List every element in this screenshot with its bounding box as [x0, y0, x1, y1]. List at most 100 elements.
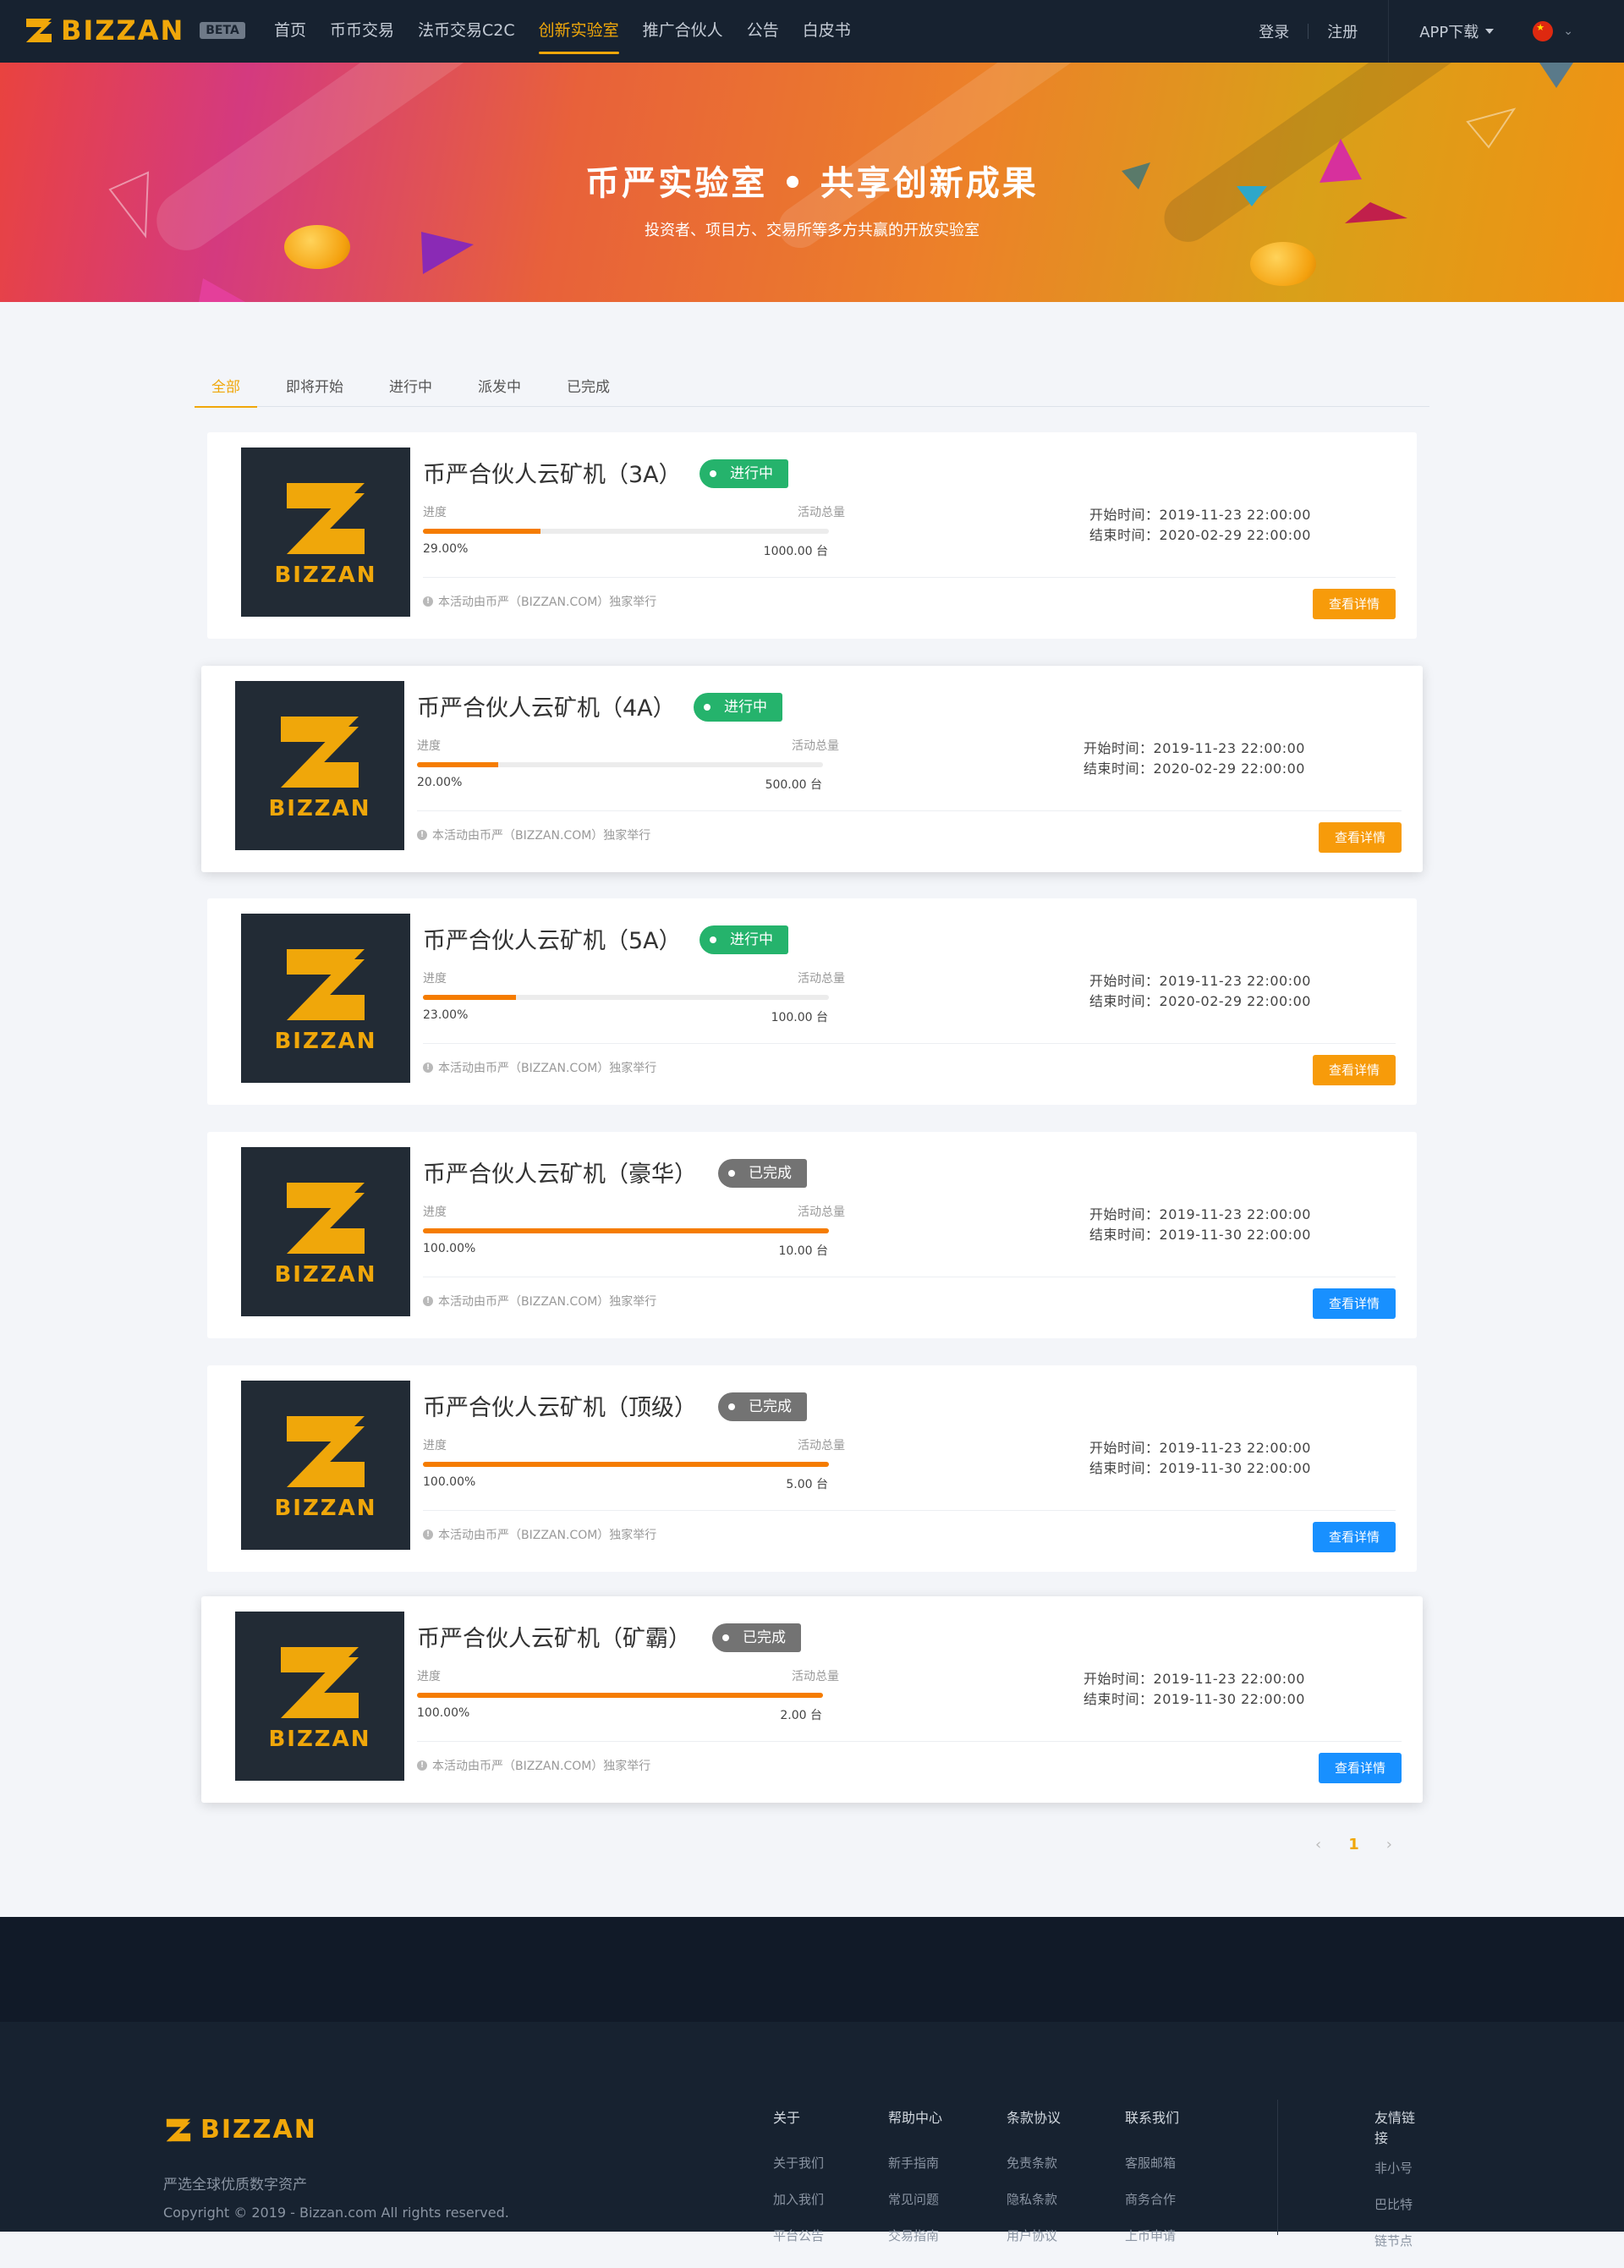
footer-link[interactable]: 免责条款 — [1007, 2154, 1061, 2172]
footer-link[interactable]: 交易指南 — [888, 2227, 942, 2244]
info-icon: ! — [423, 1296, 433, 1306]
footer-copyright: Copyright © 2019 - Bizzan.com All rights… — [163, 2205, 509, 2221]
footer-link[interactable]: 关于我们 — [773, 2154, 824, 2172]
status-badge: 已完成 — [718, 1392, 807, 1421]
activity-card: BIZZAN 币严合伙人云矿机（矿霸） 已完成 进度 活动总量 100.00% … — [201, 1596, 1423, 1803]
total-value: 1000.00 台 — [763, 545, 828, 558]
total-value: 10.00 台 — [778, 1244, 828, 1258]
footer-link[interactable]: 新手指南 — [888, 2154, 942, 2172]
activity-times: 开始时间：2019-11-23 22:00:00 结束时间：2019-11-30… — [1089, 1205, 1311, 1245]
bizzan-logo-icon — [287, 483, 365, 554]
progress-fill — [417, 1693, 823, 1698]
progress-bar — [423, 1228, 829, 1233]
activity-title: 币严合伙人云矿机（4A） — [417, 695, 676, 722]
footer-col-title: 关于 — [773, 2110, 801, 2126]
tab-all[interactable]: 全部 — [195, 370, 257, 408]
chevron-down-icon[interactable]: ⌄ — [1563, 25, 1573, 38]
card-divider — [417, 810, 1402, 811]
total-value: 2.00 台 — [780, 1709, 822, 1722]
brand-logo[interactable]: BIZZAN BETA — [24, 14, 245, 47]
activity-card: BIZZAN 币严合伙人云矿机（3A） 进行中 进度 活动总量 29.00% 1… — [207, 432, 1417, 639]
activity-title: 币严合伙人云矿机（3A） — [423, 462, 682, 488]
footer-col-links: 友情链接 非小号 巴比特 链节点 — [1374, 2106, 1425, 2268]
bizzan-logo-icon — [281, 717, 359, 788]
next-page-button[interactable]: › — [1386, 1836, 1392, 1853]
china-flag-icon[interactable] — [1533, 21, 1554, 41]
activity-times: 开始时间：2019-11-23 22:00:00 结束时间：2019-11-30… — [1084, 1669, 1305, 1710]
view-details-button[interactable]: 查看详情 — [1313, 1522, 1396, 1552]
nav-spot-trade[interactable]: 币币交易 — [318, 0, 406, 63]
bizzan-logo-icon — [166, 2118, 191, 2141]
activity-card: BIZZAN 币严合伙人云矿机（5A） 进行中 进度 活动总量 23.00% 1… — [207, 898, 1417, 1105]
card-divider — [423, 1510, 1396, 1511]
footer-link[interactable]: 客服邮箱 — [1125, 2154, 1179, 2172]
total-label: 活动总量 — [792, 739, 839, 753]
activity-times: 开始时间：2019-11-23 22:00:00 结束时间：2020-02-29… — [1089, 505, 1311, 546]
progress-fill — [423, 1462, 829, 1467]
start-time: 开始时间：2019-11-23 22:00:00 — [1089, 973, 1311, 989]
footer-link[interactable]: 隐私条款 — [1007, 2190, 1061, 2208]
progress-bar — [417, 1693, 823, 1698]
nav-announcement[interactable]: 公告 — [735, 0, 791, 63]
organizer-note: ! 本活动由币严（BIZZAN.COM）独家举行 — [423, 1059, 656, 1076]
activity-thumbnail: BIZZAN — [235, 681, 404, 850]
register-link[interactable]: 注册 — [1309, 20, 1376, 42]
thumbnail-brand: BIZZAN — [268, 796, 371, 821]
start-time: 开始时间：2019-11-23 22:00:00 — [1089, 1440, 1311, 1456]
nav-c2c[interactable]: 法币交易C2C — [406, 0, 527, 63]
tab-upcoming[interactable]: 即将开始 — [269, 370, 360, 406]
footer-col-terms: 条款协议 免责条款 隐私条款 用户协议 — [1007, 2106, 1061, 2263]
footer-link[interactable]: 常见问题 — [888, 2190, 942, 2208]
banner-title: 币严实验室 • 共享创新成果 — [585, 164, 1039, 203]
end-time: 结束时间：2019-11-30 22:00:00 — [1084, 1691, 1305, 1707]
view-details-button[interactable]: 查看详情 — [1313, 1055, 1396, 1085]
total-value: 100.00 台 — [771, 1011, 828, 1024]
bizzan-logo-icon — [26, 19, 52, 42]
activity-title: 币严合伙人云矿机（矿霸） — [417, 1626, 691, 1652]
view-details-button[interactable]: 查看详情 — [1313, 589, 1396, 619]
footer-col-title: 联系我们 — [1125, 2110, 1180, 2126]
footer-link[interactable]: 用户协议 — [1007, 2227, 1061, 2244]
activity-card: BIZZAN 币严合伙人云矿机（4A） 进行中 进度 活动总量 20.00% 5… — [201, 666, 1423, 872]
bizzan-logo-icon — [281, 1647, 359, 1718]
footer-slogan: 严选全球优质数字资产 — [163, 2177, 307, 2194]
footer-link[interactable]: 链节点 — [1374, 2232, 1425, 2249]
footer-link[interactable]: 加入我们 — [773, 2190, 824, 2208]
banner-subtitle: 投资者、项目方、交易所等多方共赢的开放实验室 — [645, 222, 979, 239]
app-download-dropdown[interactable]: APP下载 — [1401, 20, 1512, 42]
view-details-button[interactable]: 查看详情 — [1319, 1753, 1402, 1783]
activity-thumbnail: BIZZAN — [241, 448, 410, 617]
footer-link[interactable]: 平台公告 — [773, 2227, 824, 2244]
view-details-button[interactable]: 查看详情 — [1319, 822, 1402, 853]
progress-fill — [417, 762, 498, 767]
organizer-note: ! 本活动由币严（BIZZAN.COM）独家举行 — [417, 1757, 650, 1774]
thumbnail-brand: BIZZAN — [274, 1496, 377, 1521]
footer-logo[interactable]: BIZZAN — [163, 2115, 317, 2144]
progress-value: 100.00% — [423, 1475, 476, 1489]
nav-home[interactable]: 首页 — [262, 0, 318, 63]
progress-value: 20.00% — [417, 776, 463, 789]
tab-completed[interactable]: 已完成 — [550, 370, 627, 406]
activity-title: 币严合伙人云矿机（顶级） — [423, 1395, 697, 1421]
nav-lab[interactable]: 创新实验室 — [527, 0, 631, 63]
tab-distributing[interactable]: 派发中 — [461, 370, 538, 406]
progress-label: 进度 — [417, 1670, 441, 1683]
footer-brand: BIZZAN — [200, 2115, 317, 2144]
view-details-button[interactable]: 查看详情 — [1313, 1288, 1396, 1319]
total-value: 500.00 台 — [765, 778, 822, 792]
footer-link[interactable]: 上币申请 — [1125, 2227, 1179, 2244]
prev-page-button[interactable]: ‹ — [1315, 1836, 1321, 1853]
thumbnail-brand: BIZZAN — [274, 1029, 377, 1054]
tab-in-progress[interactable]: 进行中 — [372, 370, 449, 406]
footer-link[interactable]: 巴比特 — [1374, 2195, 1425, 2213]
filter-tabs: 全部 即将开始 进行中 派发中 已完成 — [195, 370, 1429, 408]
nav-partner[interactable]: 推广合伙人 — [631, 0, 735, 63]
end-time: 结束时间：2020-02-29 22:00:00 — [1084, 761, 1305, 777]
nav-whitepaper[interactable]: 白皮书 — [791, 0, 863, 63]
activity-times: 开始时间：2019-11-23 22:00:00 结束时间：2019-11-30… — [1089, 1438, 1311, 1479]
login-link[interactable]: 登录 — [1240, 20, 1308, 42]
status-badge: 进行中 — [700, 925, 788, 954]
page-1-button[interactable]: 1 — [1348, 1836, 1359, 1853]
footer-link[interactable]: 非小号 — [1374, 2159, 1425, 2177]
footer-link[interactable]: 商务合作 — [1125, 2190, 1179, 2208]
